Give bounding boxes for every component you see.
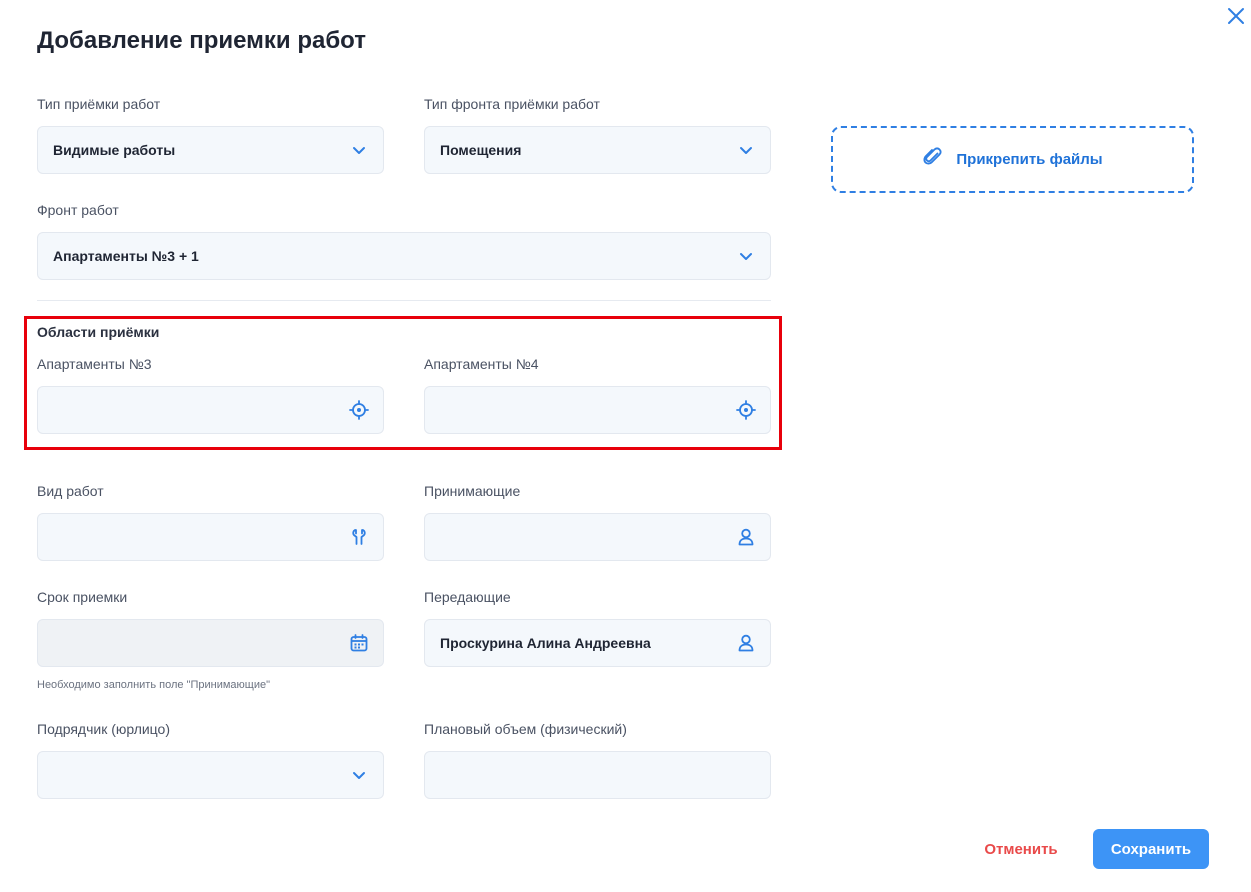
acceptance-type-select[interactable]: Видимые работы: [37, 126, 384, 174]
attach-files-button[interactable]: Прикрепить файлы: [831, 126, 1194, 193]
deadline-date-input[interactable]: [37, 619, 384, 667]
page-title: Добавление приемки работ: [37, 27, 366, 54]
transmitters-value: Проскурина Алина Андреевна: [440, 635, 651, 651]
cancel-button[interactable]: Отменить: [972, 829, 1070, 869]
area-1-input[interactable]: [37, 386, 384, 434]
planned-volume-input[interactable]: [424, 751, 771, 799]
deadline-label: Срок приемки: [37, 589, 128, 605]
receivers-input[interactable]: [424, 513, 771, 561]
user-icon[interactable]: [736, 527, 756, 547]
chevron-down-icon: [349, 140, 369, 160]
deadline-hint: Необходимо заполнить поле "Принимающие": [37, 679, 270, 691]
chevron-down-icon: [349, 765, 369, 785]
acceptance-type-label: Тип приёмки работ: [37, 96, 161, 112]
paperclip-icon: [922, 146, 944, 173]
areas-section-title: Области приёмки: [37, 324, 160, 340]
close-icon[interactable]: [1226, 6, 1246, 26]
area-2-label: Апартаменты №4: [424, 356, 539, 372]
transmitters-input[interactable]: Проскурина Алина Андреевна: [424, 619, 771, 667]
area-1-label: Апартаменты №3: [37, 356, 152, 372]
chevron-down-icon: [736, 246, 756, 266]
work-kind-label: Вид работ: [37, 483, 104, 499]
acceptance-type-value: Видимые работы: [53, 142, 176, 158]
receivers-label: Принимающие: [424, 483, 521, 499]
work-front-select[interactable]: Апартаменты №3 + 1: [37, 232, 771, 280]
transmitters-label: Передающие: [424, 589, 511, 605]
attach-files-label: Прикрепить файлы: [956, 151, 1103, 168]
contractor-select[interactable]: [37, 751, 384, 799]
user-icon[interactable]: [736, 633, 756, 653]
divider: [37, 300, 771, 301]
front-type-value: Помещения: [440, 142, 522, 158]
front-type-label: Тип фронта приёмки работ: [424, 96, 600, 112]
calendar-icon[interactable]: [349, 633, 369, 653]
crosshair-icon[interactable]: [736, 400, 756, 420]
crosshair-icon[interactable]: [349, 400, 369, 420]
wrench-icon[interactable]: [349, 527, 369, 547]
work-front-value: Апартаменты №3 + 1: [53, 248, 199, 264]
work-front-label: Фронт работ: [37, 202, 119, 218]
area-2-input[interactable]: [424, 386, 771, 434]
chevron-down-icon: [736, 140, 756, 160]
front-type-select[interactable]: Помещения: [424, 126, 771, 174]
work-kind-input[interactable]: [37, 513, 384, 561]
save-button[interactable]: Сохранить: [1093, 829, 1209, 869]
planned-volume-label: Плановый объем (физический): [424, 721, 627, 737]
contractor-label: Подрядчик (юрлицо): [37, 721, 170, 737]
